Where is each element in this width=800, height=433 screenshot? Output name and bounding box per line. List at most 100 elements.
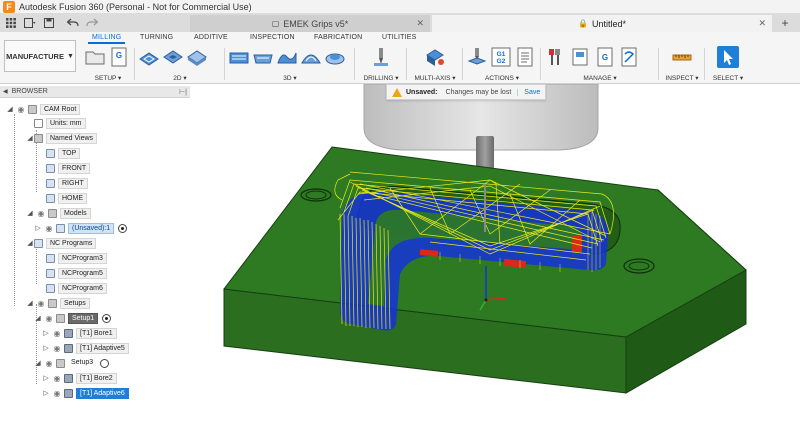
tab-inspection[interactable]: INSPECTION — [250, 34, 295, 41]
collapse-triangle-icon[interactable]: ◢ — [26, 239, 34, 247]
tab-fabrication[interactable]: FABRICATION — [314, 34, 362, 41]
measure-icon[interactable] — [671, 46, 693, 68]
simulate-icon[interactable] — [466, 46, 488, 68]
tool-library-icon[interactable] — [546, 46, 568, 68]
steep-and-shallow-icon[interactable] — [276, 46, 298, 68]
tree-node-models[interactable]: ◢ ◉ Models — [26, 206, 91, 220]
tab-additive[interactable]: ADDITIVE — [194, 34, 228, 41]
tree-node-view-top[interactable]: TOP — [46, 146, 81, 160]
tab-turning[interactable]: TURNING — [140, 34, 173, 41]
tree-node-setups[interactable]: ◢ ◉ Setups — [26, 296, 90, 310]
tab-utilities[interactable]: UTILITIES — [382, 34, 416, 41]
eye-icon[interactable]: ◉ — [44, 224, 54, 233]
inspect-group-label[interactable]: INSPECT ▾ — [662, 74, 702, 82]
select-cursor-icon[interactable] — [717, 46, 739, 68]
tree-node-view-front[interactable]: FRONT — [46, 161, 91, 175]
collapse-triangle-icon[interactable]: ◢ — [26, 134, 34, 142]
eye-icon[interactable]: ◉ — [16, 105, 26, 114]
post-process-icon[interactable]: G1 G2 — [490, 46, 512, 68]
expand-triangle-icon[interactable]: ▷ — [42, 344, 50, 352]
actions-group-label[interactable]: ACTIONS ▾ — [466, 74, 538, 82]
eye-icon[interactable]: ◉ — [52, 344, 62, 353]
tree-node-ncprogram6[interactable]: NCProgram6 — [46, 281, 107, 295]
save-link[interactable]: Save — [517, 88, 540, 96]
setup-group-label[interactable]: SETUP ▾ — [84, 74, 132, 82]
tree-node-view-home[interactable]: HOME — [46, 191, 87, 205]
tree-node-adaptive5[interactable]: ▷ ◉ [T1] Adaptive5 — [42, 341, 129, 355]
folder-icon — [34, 133, 43, 143]
setup-sheet-icon[interactable] — [514, 46, 536, 68]
nc-program-icon[interactable]: G — [594, 46, 616, 68]
tab-emek-grips[interactable]: ▢ EMEK Grips v5* ✕ — [190, 15, 430, 32]
activate-radio-icon[interactable] — [100, 358, 110, 368]
cam-scene[interactable] — [190, 84, 800, 433]
eye-icon[interactable]: ◉ — [44, 314, 54, 323]
tree-node-units[interactable]: Units: mm — [26, 116, 86, 130]
tree-node-adaptive6[interactable]: ▷ ◉ [T1] Adaptive6 — [42, 386, 129, 400]
post-library-icon[interactable] — [618, 46, 640, 68]
close-icon[interactable]: ✕ — [758, 18, 766, 29]
workspace-switcher[interactable]: MANUFACTURE ▼ — [4, 40, 76, 72]
drilling-group-label[interactable]: DRILLING ▾ — [358, 74, 404, 82]
activate-radio-icon[interactable] — [102, 313, 112, 323]
collapse-triangle-icon[interactable]: ◢ — [34, 359, 42, 367]
scallop-icon[interactable] — [300, 46, 322, 68]
manage-group-label[interactable]: MANAGE ▾ — [546, 74, 654, 82]
eye-icon[interactable]: ◉ — [36, 299, 46, 308]
drill-icon[interactable] — [370, 46, 392, 68]
expand-triangle-icon[interactable]: ▷ — [34, 224, 42, 232]
tree-node-cam-root[interactable]: ◢ ◉ CAM Root — [6, 102, 81, 116]
tab-untitled[interactable]: 🔒 Untitled* ✕ — [432, 15, 772, 32]
tree-node-view-right[interactable]: RIGHT — [46, 176, 88, 190]
folder-icon[interactable] — [84, 46, 106, 68]
tree-node-model-unsaved[interactable]: ▷ ◉ (Unsaved):1 — [34, 221, 128, 235]
tree-node-nc-programs[interactable]: ◢ NC Programs — [26, 236, 97, 250]
tree-node-setup1[interactable]: ◢ ◉ Setup1 — [34, 311, 112, 325]
collapse-triangle-icon[interactable]: ◢ — [6, 105, 14, 113]
eye-icon[interactable]: ◉ — [52, 389, 62, 398]
collapse-icon[interactable]: ◀ — [3, 88, 8, 95]
expand-triangle-icon[interactable]: ▷ — [42, 389, 50, 397]
face-icon[interactable] — [186, 46, 208, 68]
activate-radio-icon[interactable] — [118, 223, 128, 233]
file-menu-icon[interactable] — [22, 16, 38, 30]
named-view-icon — [46, 193, 55, 203]
pocket-clearing-icon[interactable] — [252, 46, 274, 68]
2d-pocket-icon[interactable] — [162, 46, 184, 68]
2d-group-label[interactable]: 2D ▾ — [138, 74, 222, 82]
tree-node-named-views[interactable]: ◢ Named Views — [26, 131, 98, 145]
tree-node-ncprogram3[interactable]: NCProgram3 — [46, 251, 107, 265]
tree-node-bore1[interactable]: ▷ ◉ [T1] Bore1 — [42, 326, 117, 340]
tree-node-bore2[interactable]: ▷ ◉ [T1] Bore2 — [42, 371, 117, 385]
collapse-triangle-icon[interactable]: ◢ — [26, 299, 34, 307]
contour-icon[interactable] — [324, 46, 346, 68]
multi-axis-group-label[interactable]: MULTI-AXIS ▾ — [410, 74, 460, 82]
3d-viewport[interactable] — [190, 84, 800, 433]
expand-triangle-icon[interactable]: ▷ — [42, 374, 50, 382]
redo-icon[interactable] — [84, 16, 100, 30]
tab-milling[interactable]: MILLING — [87, 34, 126, 44]
new-tab-button[interactable]: + — [776, 15, 794, 31]
pin-icon[interactable]: ⊢| — [179, 88, 187, 96]
expand-triangle-icon[interactable]: ▷ — [42, 329, 50, 337]
2d-adaptive-icon[interactable] — [138, 46, 160, 68]
eye-icon[interactable]: ◉ — [52, 329, 62, 338]
eye-icon[interactable]: ◉ — [52, 374, 62, 383]
close-icon[interactable]: ✕ — [416, 18, 424, 29]
multi-axis-icon[interactable] — [424, 46, 446, 68]
tree-node-setup3[interactable]: ◢ ◉ Setup3 — [34, 356, 110, 370]
3d-adaptive-icon[interactable] — [228, 46, 250, 68]
undo-icon[interactable] — [65, 16, 81, 30]
select-group-label[interactable]: SELECT ▾ — [708, 74, 748, 82]
collapse-triangle-icon[interactable]: ◢ — [26, 209, 34, 217]
eye-icon[interactable]: ◉ — [36, 209, 46, 218]
browser-header[interactable]: ◀ BROWSER ⊢| — [0, 86, 190, 98]
3d-group-label[interactable]: 3D ▾ — [228, 74, 352, 82]
template-library-icon[interactable] — [570, 46, 592, 68]
save-icon[interactable] — [41, 16, 57, 30]
app-grid-icon[interactable] — [3, 16, 19, 30]
collapse-triangle-icon[interactable]: ◢ — [34, 314, 42, 322]
eye-icon[interactable]: ◉ — [44, 359, 54, 368]
g-code-sheet-icon[interactable]: G — [108, 46, 130, 68]
tree-node-ncprogram5[interactable]: NCProgram5 — [46, 266, 107, 280]
